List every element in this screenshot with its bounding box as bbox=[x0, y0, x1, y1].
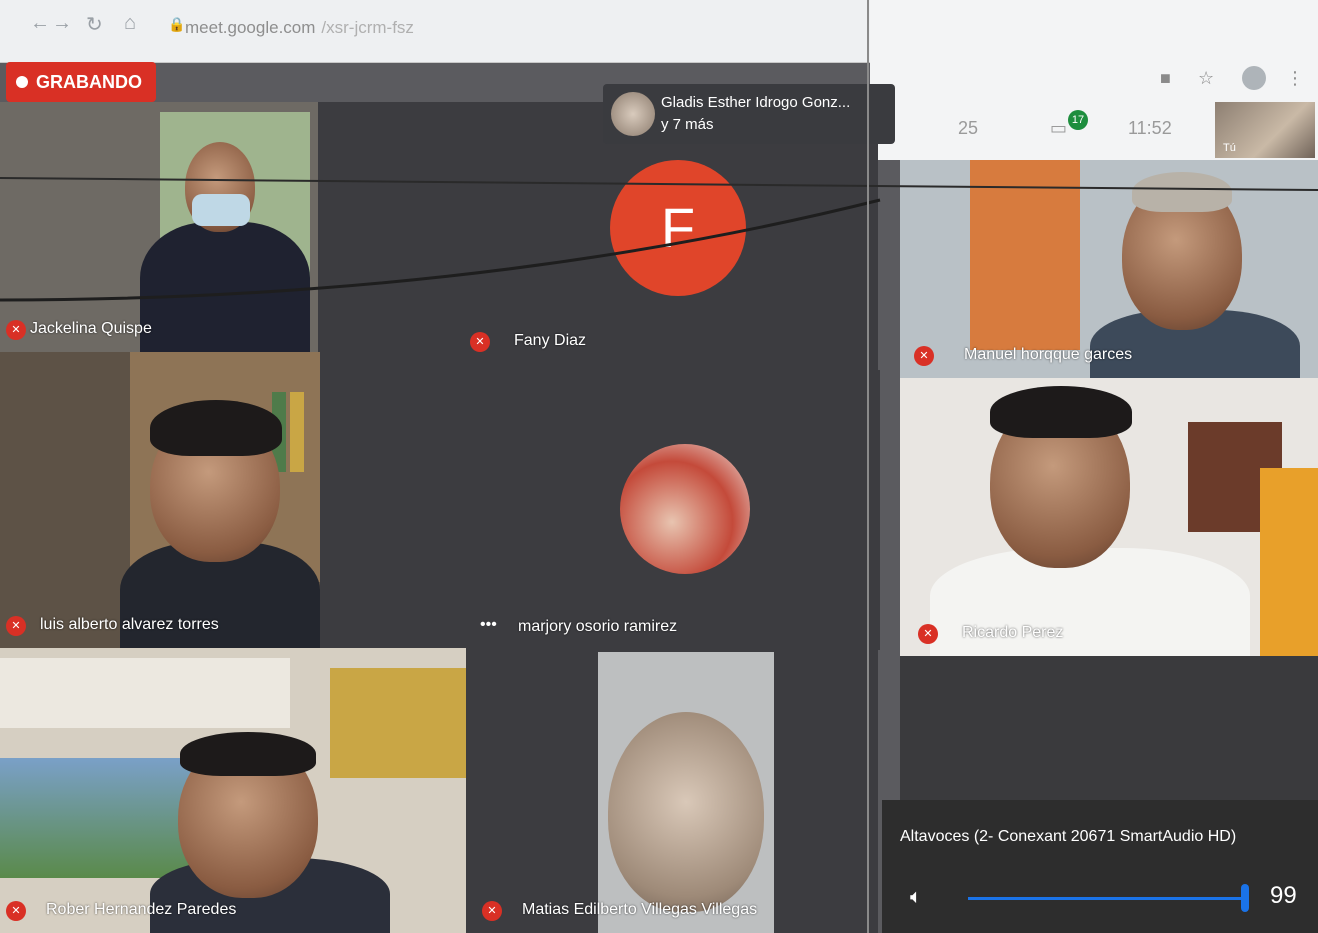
participant-tile[interactable]: ✕ Manuel horqque garces bbox=[900, 160, 1318, 378]
self-view-label: Tú bbox=[1223, 142, 1236, 154]
book bbox=[290, 392, 304, 472]
participant-hair bbox=[1132, 172, 1232, 212]
volume-flyout: Altavoces (2- Conexant 20671 SmartAudio … bbox=[882, 800, 1318, 933]
url-host: meet.google.com bbox=[185, 18, 316, 37]
camera-icon[interactable]: ■ bbox=[1160, 68, 1171, 89]
participant-name: Manuel horqque garces bbox=[964, 346, 1133, 363]
address-bar[interactable]: meet.google.com/xsr-jcrm-fsz bbox=[185, 18, 414, 38]
volume-slider-track[interactable] bbox=[968, 897, 1245, 900]
forward-icon[interactable]: → bbox=[52, 12, 72, 35]
guest-overflow-pill[interactable]: Gladis Esther Idrogo Gonz... y 7 más bbox=[603, 84, 895, 144]
participant-name: Rober Hernandez Paredes bbox=[46, 901, 237, 918]
meet-top-right-bar: ■ ☆ ⋮ 25 ▭ 17 11:52 Tú bbox=[870, 0, 1318, 160]
mic-off-icon: ✕ bbox=[6, 616, 26, 636]
chat-badge: 17 bbox=[1068, 110, 1088, 130]
participant-video bbox=[598, 652, 774, 933]
participant-tile[interactable]: ✕ Rober Hernandez Paredes bbox=[0, 648, 466, 933]
participant-name: Jackelina Quispe bbox=[30, 320, 152, 337]
url-path: /xsr-jcrm-fsz bbox=[321, 18, 414, 37]
mic-off-icon: ✕ bbox=[6, 320, 26, 340]
participant-avatar bbox=[620, 444, 750, 574]
star-icon[interactable]: ☆ bbox=[1198, 68, 1214, 89]
audio-device-label[interactable]: Altavoces (2- Conexant 20671 SmartAudio … bbox=[900, 828, 1236, 846]
volume-slider-thumb[interactable] bbox=[1241, 884, 1249, 912]
mic-off-icon: ✕ bbox=[918, 624, 938, 644]
background-flag bbox=[1260, 468, 1318, 656]
participant-hair bbox=[990, 386, 1132, 438]
profile-avatar[interactable] bbox=[1242, 66, 1266, 90]
participant-name: Ricardo Perez bbox=[962, 624, 1064, 641]
participant-head bbox=[608, 712, 764, 912]
reload-icon[interactable]: ↻ bbox=[86, 12, 103, 37]
lock-icon: 🔒 bbox=[168, 16, 186, 32]
guest-name: Gladis Esther Idrogo Gonz... bbox=[661, 94, 851, 111]
mic-off-icon: ✕ bbox=[482, 901, 502, 921]
face-mask bbox=[192, 194, 250, 226]
mic-off-icon: ✕ bbox=[6, 901, 26, 921]
participant-tile[interactable]: ✕ Jackelina Quispe bbox=[0, 102, 318, 352]
clock: 11:52 bbox=[1128, 118, 1172, 138]
home-icon[interactable]: ⌂ bbox=[124, 12, 136, 35]
record-dot-icon bbox=[16, 76, 28, 88]
participant-name: Fany Diaz bbox=[514, 332, 587, 349]
participant-tile[interactable]: ✕ Ricardo Perez bbox=[900, 378, 1318, 656]
volume-value: 99 bbox=[1270, 882, 1297, 909]
participant-tile[interactable]: ✕ Matias Edilberto Villegas Villegas bbox=[466, 650, 878, 933]
window-blinds bbox=[0, 658, 290, 728]
mic-off-icon: ✕ bbox=[914, 346, 934, 366]
background-flag bbox=[970, 160, 1080, 350]
speaking-dots-icon: ••• bbox=[480, 616, 497, 633]
participant-hair bbox=[150, 400, 282, 456]
participant-body bbox=[140, 222, 310, 352]
wall-poster bbox=[0, 758, 200, 878]
participant-hair bbox=[180, 732, 316, 776]
recording-label: GRABANDO bbox=[36, 72, 142, 92]
menu-icon[interactable]: ⋮ bbox=[1286, 68, 1304, 89]
chat-icon[interactable]: ▭ bbox=[1050, 118, 1067, 139]
binder-shelf bbox=[330, 668, 466, 778]
speaker-icon[interactable]: 🔈︎ bbox=[910, 886, 922, 909]
guest-avatar bbox=[611, 92, 655, 136]
self-view-tile[interactable]: Tú bbox=[1215, 102, 1315, 158]
mic-off-icon: ✕ bbox=[470, 332, 490, 352]
guest-more: y 7 más bbox=[661, 116, 714, 133]
participant-name: marjory osorio ramirez bbox=[518, 618, 678, 635]
participant-avatar: F bbox=[610, 160, 746, 296]
participants-count[interactable]: 25 bbox=[958, 118, 978, 139]
participant-tile[interactable]: ••• marjory osorio ramirez bbox=[320, 370, 880, 650]
participant-tile[interactable]: ✕ luis alberto alvarez torres bbox=[0, 352, 320, 648]
empty-grid-area bbox=[900, 656, 1318, 800]
back-icon[interactable]: ← bbox=[30, 12, 50, 35]
participant-name: luis alberto alvarez torres bbox=[40, 616, 219, 633]
browser-toolbar: ← → ↻ ⌂ 🔒 meet.google.com/xsr-jcrm-fsz bbox=[0, 0, 870, 63]
participant-name: Matias Edilberto Villegas Villegas bbox=[522, 901, 758, 918]
recording-badge: GRABANDO bbox=[6, 62, 156, 102]
